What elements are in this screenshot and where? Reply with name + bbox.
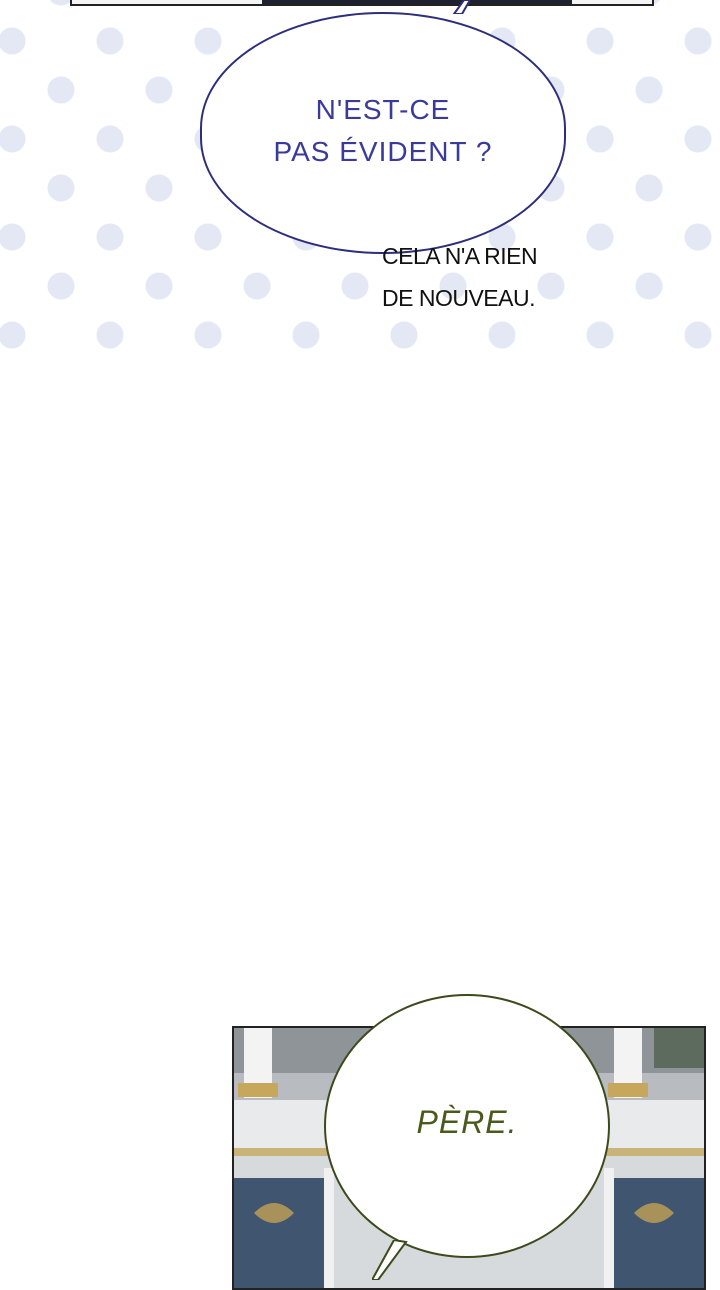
speech-bubble-tail [372,1240,408,1280]
speech-bubble-blue: N'EST-CE PAS ÉVIDENT ? [200,12,566,254]
previous-panel-dark-area [262,0,572,4]
speech-bubble-text: N'EST-CE PAS ÉVIDENT ? [273,94,493,167]
speech-bubble-tail [452,0,470,14]
speech-bubble-green: PÈRE. [324,994,610,1258]
narration-caption: CELA N'A RIEN DE NOUVEAU. [382,243,538,311]
speech-bubble-text: PÈRE. [416,1103,518,1140]
previous-panel-edge [70,0,654,6]
